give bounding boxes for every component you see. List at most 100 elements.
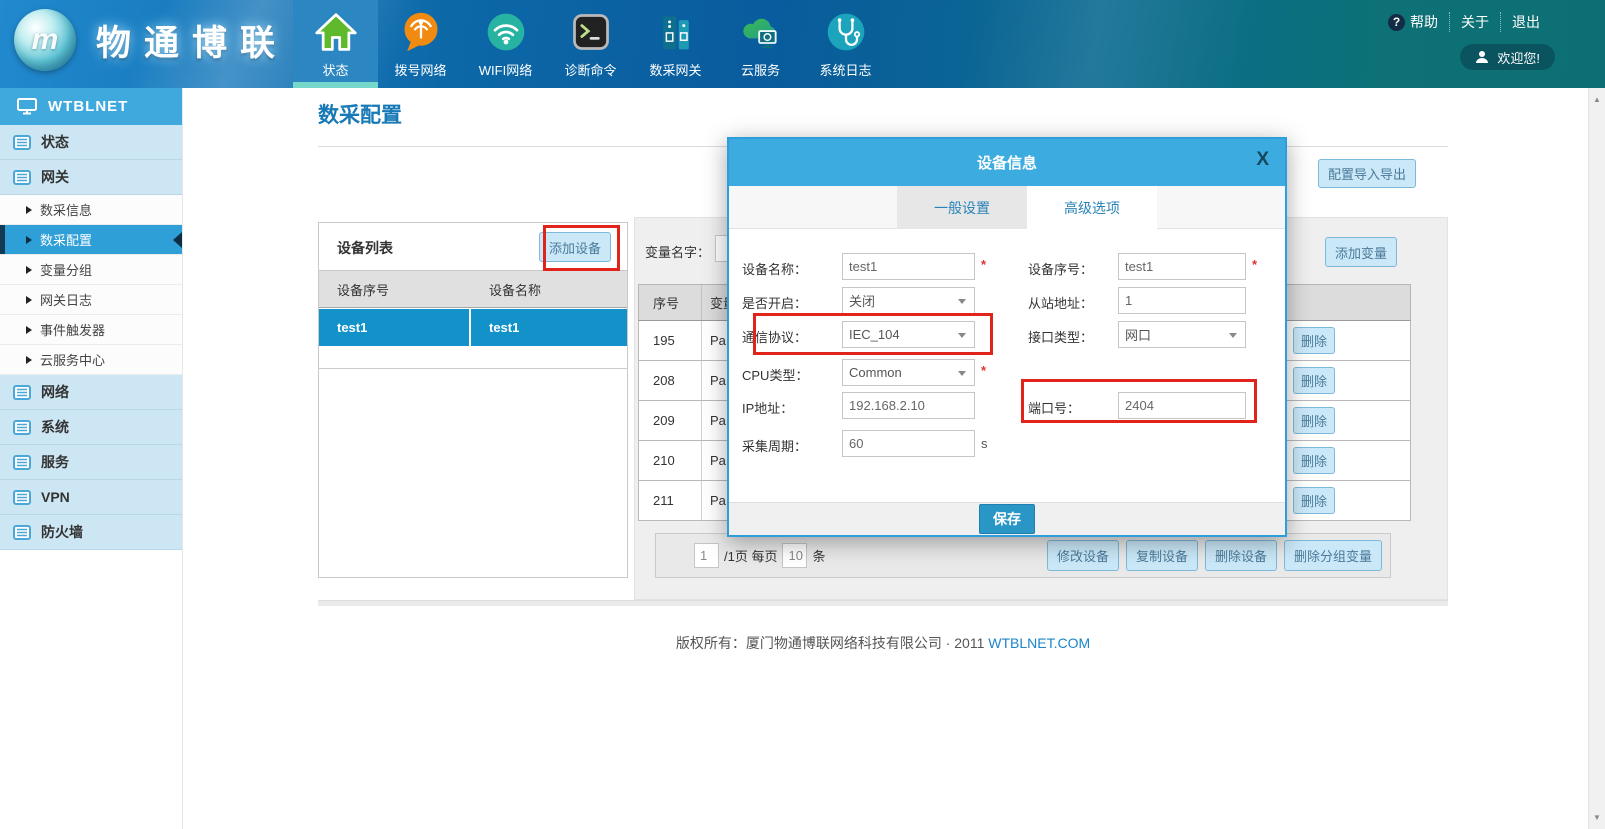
sidebar-item-data-collection-config[interactable]: 数采配置 — [0, 225, 182, 255]
vertical-scrollbar[interactable]: ▲ ▼ — [1588, 88, 1605, 829]
site-link[interactable]: WTBLNET.COM — [988, 635, 1090, 651]
sidebar-item-label: 变量分组 — [40, 260, 92, 279]
chevron-down-icon — [958, 371, 966, 376]
top-header: m 物通博联 状态 拨号网络 WIFI网络 — [0, 0, 1605, 88]
terminal-icon — [568, 9, 614, 55]
submenu-arrow-icon — [26, 326, 32, 334]
device-name-field[interactable] — [842, 253, 975, 280]
device-list-title: 设备列表 — [337, 238, 393, 258]
slave-address-field[interactable] — [1118, 287, 1246, 314]
save-button[interactable]: 保存 — [979, 504, 1035, 534]
list-icon — [13, 420, 31, 435]
delete-group-variable-button[interactable]: 删除分组变量 — [1284, 540, 1382, 571]
nav-label: 诊断命令 — [564, 60, 616, 79]
row-id-cell: 195 — [639, 321, 702, 360]
sidebar-item-firewall[interactable]: 防火墙 — [0, 515, 182, 550]
device-serial-cell: test1 — [319, 309, 471, 346]
sidebar-item-label: 数采配置 — [40, 230, 92, 249]
delete-row-button[interactable]: 删除 — [1293, 407, 1335, 434]
sidebar-item-event-trigger[interactable]: 事件触发器 — [0, 315, 182, 345]
nav-item-status[interactable]: 状态 — [293, 0, 378, 88]
nav-label: 云服务 — [741, 60, 780, 79]
enabled-label: 是否开启： — [742, 293, 807, 312]
nav-item-diagnostic-command[interactable]: 诊断命令 — [548, 0, 633, 88]
device-serial-label: 设备序号： — [1028, 259, 1093, 278]
logout-label: 退出 — [1512, 12, 1540, 32]
device-serial-field[interactable] — [1118, 253, 1246, 280]
sidebar-item-label: 防火墙 — [41, 522, 83, 542]
syslog-icon — [823, 9, 869, 55]
delete-row-button[interactable]: 删除 — [1293, 367, 1335, 394]
delete-device-button[interactable]: 删除设备 — [1205, 540, 1277, 571]
interface-type-select[interactable]: 网口 — [1118, 321, 1246, 348]
protocol-select[interactable]: IEC_104 — [842, 321, 975, 348]
scroll-down-icon[interactable]: ▼ — [1589, 813, 1605, 822]
required-asterisk: * — [981, 257, 986, 272]
delete-row-button[interactable]: 删除 — [1293, 487, 1335, 514]
variable-search-label: 变量名字： — [645, 242, 710, 261]
add-variable-button[interactable]: 添加变量 — [1325, 237, 1397, 267]
nav-item-data-gateway[interactable]: 数采网关 — [633, 0, 718, 88]
page-title: 数采配置 — [318, 99, 402, 129]
sidebar-item-status[interactable]: 状态 — [0, 125, 182, 160]
about-link[interactable]: 关于 — [1449, 12, 1500, 32]
delete-row-button[interactable]: 删除 — [1293, 327, 1335, 354]
submenu-arrow-icon — [26, 296, 32, 304]
copy-device-button[interactable]: 复制设备 — [1126, 540, 1198, 571]
sidebar-item-variable-group[interactable]: 变量分组 — [0, 255, 182, 285]
enabled-select[interactable]: 关闭 — [842, 287, 975, 314]
config-import-export-button[interactable]: 配置导入导出 — [1318, 159, 1416, 188]
wifi-icon — [483, 9, 529, 55]
device-row-empty — [319, 346, 627, 369]
sidebar-item-network[interactable]: 网络 — [0, 375, 182, 410]
modal-tabs: 一般设置 高级选项 — [729, 186, 1285, 229]
bottom-divider — [318, 600, 1448, 606]
nav-item-wifi-network[interactable]: WIFI网络 — [463, 0, 548, 88]
required-asterisk: * — [1252, 257, 1257, 272]
sidebar-item-gateway-log[interactable]: 网关日志 — [0, 285, 182, 315]
collect-period-label: 采集周期： — [742, 436, 807, 455]
ip-address-field[interactable] — [842, 392, 975, 419]
cpu-type-value: Common — [849, 365, 902, 380]
sidebar-item-vpn[interactable]: VPN — [0, 480, 182, 515]
add-device-button[interactable]: 添加设备 — [539, 232, 611, 262]
sidebar-item-label: 云服务中心 — [40, 350, 105, 369]
monitor-icon — [17, 98, 37, 115]
sidebar-item-data-collection-info[interactable]: 数采信息 — [0, 195, 182, 225]
nav-item-dialup-network[interactable]: 拨号网络 — [378, 0, 463, 88]
logo-text: 物通博联 — [96, 15, 288, 66]
list-icon — [13, 525, 31, 540]
logo-globe-icon: m — [14, 9, 76, 71]
scroll-up-icon[interactable]: ▲ — [1589, 95, 1605, 104]
close-icon[interactable]: X — [1256, 150, 1269, 169]
interface-type-label: 接口类型： — [1028, 327, 1093, 346]
help-link[interactable]: ? 帮助 — [1377, 12, 1449, 32]
device-table-header: 设备序号 设备名称 — [319, 271, 627, 308]
sidebar-item-gateway[interactable]: 网关 — [0, 160, 182, 195]
logout-link[interactable]: 退出 — [1500, 12, 1551, 32]
page-size-input[interactable] — [782, 543, 807, 568]
welcome-button[interactable]: 欢迎您! — [1460, 44, 1555, 70]
device-row-selected[interactable]: test1 test1 — [319, 309, 627, 346]
page-unit-label: 条 — [812, 546, 825, 565]
port-field[interactable] — [1118, 392, 1246, 419]
nav-item-cloud-service[interactable]: 云服务 — [718, 0, 803, 88]
page-number-input[interactable] — [694, 543, 719, 568]
nav-item-system-log[interactable]: 系统日志 — [803, 0, 888, 88]
chevron-down-icon — [958, 333, 966, 338]
cpu-type-select[interactable]: Common — [842, 359, 975, 386]
sidebar-item-label: 状态 — [41, 132, 69, 152]
chevron-down-icon — [1229, 333, 1237, 338]
delete-row-button[interactable]: 删除 — [1293, 447, 1335, 474]
interface-type-value: 网口 — [1125, 325, 1151, 344]
collect-period-field[interactable] — [842, 430, 975, 457]
sidebar-item-service[interactable]: 服务 — [0, 445, 182, 480]
tab-general-settings[interactable]: 一般设置 — [897, 186, 1027, 229]
sidebar-item-cloud-service-center[interactable]: 云服务中心 — [0, 345, 182, 375]
modify-device-button[interactable]: 修改设备 — [1047, 540, 1119, 571]
sidebar-item-system[interactable]: 系统 — [0, 410, 182, 445]
nav-label: 拨号网络 — [394, 60, 446, 79]
submenu-arrow-icon — [26, 356, 32, 364]
list-icon — [13, 490, 31, 505]
tab-advanced-options[interactable]: 高级选项 — [1027, 186, 1157, 229]
